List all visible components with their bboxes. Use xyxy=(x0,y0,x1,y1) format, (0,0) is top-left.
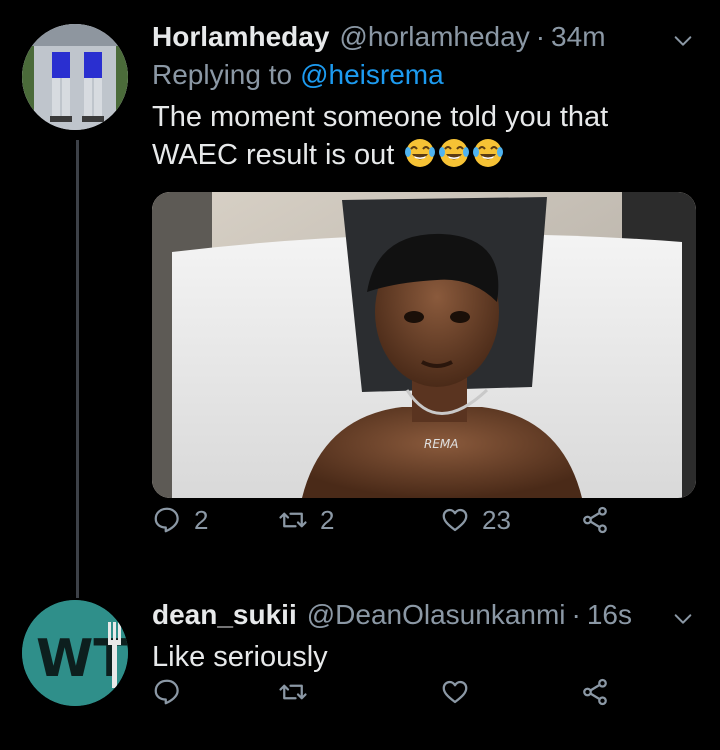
avatar-logo: WT xyxy=(22,600,128,706)
photo-illustration: REMA xyxy=(152,192,696,498)
necklace-text: REMA xyxy=(424,437,458,451)
reply-icon xyxy=(154,507,179,533)
chevron-down-icon[interactable] xyxy=(672,608,694,630)
like-icon xyxy=(442,680,468,704)
tweet-text: The moment someone told you that WAEC re… xyxy=(152,98,696,174)
timestamp[interactable]: 16s xyxy=(587,596,632,634)
like-button[interactable] xyxy=(440,677,482,707)
share-button[interactable] xyxy=(580,677,610,707)
like-icon xyxy=(442,508,468,532)
separator-dot: · xyxy=(571,599,581,630)
display-name[interactable]: Horlamheday xyxy=(152,18,329,56)
avatar-photo xyxy=(22,24,128,130)
avatar[interactable]: WT xyxy=(22,600,128,706)
mention-link[interactable]: @heisrema xyxy=(300,59,444,90)
separator-dot: · xyxy=(535,21,546,52)
avatar[interactable] xyxy=(22,24,128,130)
tweet-text-line: The moment someone told you that xyxy=(152,101,609,133)
chevron-down-icon[interactable] xyxy=(672,30,694,52)
retweet-button[interactable] xyxy=(278,677,320,707)
tears-of-joy-emoji-icon xyxy=(439,139,470,167)
reply-button[interactable] xyxy=(152,677,194,707)
handle[interactable]: @DeanOlasunkanmi xyxy=(307,596,566,634)
replying-to-label: Replying to xyxy=(152,59,293,90)
display-name[interactable]: dean_sukii xyxy=(152,596,297,634)
share-icon xyxy=(583,506,607,534)
like-button[interactable]: 23 xyxy=(440,505,511,536)
retweet-button[interactable]: 2 xyxy=(278,505,334,536)
timestamp[interactable]: 34m xyxy=(551,18,605,56)
like-count: 23 xyxy=(482,504,511,535)
retweet-icon xyxy=(279,684,307,700)
tweet-text-line-2: WAEC result is out xyxy=(152,136,696,174)
share-button[interactable] xyxy=(580,505,610,535)
reply-icon xyxy=(154,679,179,705)
tweet-text-line: WAEC result is out xyxy=(152,139,395,171)
retweet-icon xyxy=(279,512,307,528)
retweet-count: 2 xyxy=(320,504,335,535)
tweet-header: Horlamheday @horlamheday · 34m xyxy=(152,18,696,56)
tears-of-joy-emoji-icon xyxy=(473,139,504,167)
tweet[interactable]: Horlamheday @horlamheday · 34m Replying … xyxy=(152,18,696,174)
tweet-header: dean_sukii @DeanOlasunkanmi · 16s xyxy=(152,596,696,634)
reply-count: 2 xyxy=(194,504,209,535)
thread-connector-line xyxy=(76,140,79,598)
tweet[interactable]: dean_sukii @DeanOlasunkanmi · 16s Like s… xyxy=(152,596,696,676)
share-icon xyxy=(583,678,607,706)
tweet-media-image[interactable]: REMA xyxy=(152,192,696,498)
tweet-text: Like seriously xyxy=(152,641,328,673)
reply-button[interactable]: 2 xyxy=(152,505,208,536)
tears-of-joy-emoji-icon xyxy=(405,139,436,167)
handle[interactable]: @horlamheday xyxy=(339,18,529,56)
replying-to-line: Replying to @heisrema xyxy=(152,56,696,94)
